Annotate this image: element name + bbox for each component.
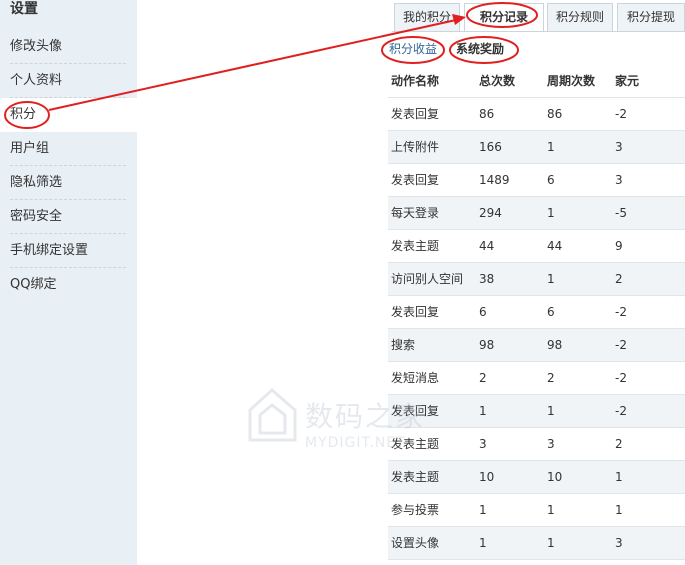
table-row: 每天登录 294 1 -5 [388,197,685,230]
cell-cycle: 6 [547,173,555,187]
header-jiayuan: 家元 [615,74,640,88]
cell-jiayuan: 2 [615,437,623,451]
table-row: 搜索 98 98 -2 [388,329,685,362]
cell-action: 设置头像 [391,536,440,550]
sidebar-item-qq[interactable]: QQ绑定 [10,268,126,302]
header-cycle: 周期次数 [547,74,596,88]
cell-action: 每天登录 [391,206,440,220]
cell-cycle: 44 [547,239,563,253]
cell-jiayuan: -2 [615,404,627,418]
cell-action: 发表回复 [391,173,440,187]
table-row: 发表主题 44 44 9 [388,230,685,263]
cell-action: 访问别人空间 [391,272,464,286]
cell-action: 发表主题 [391,239,440,253]
cell-total: 38 [479,272,495,286]
cell-action: 发表回复 [391,107,440,121]
sidebar-item-avatar[interactable]: 修改头像 [10,30,126,64]
cell-cycle: 1 [547,536,555,550]
cell-total: 86 [479,107,495,121]
sidebar-item-credits[interactable]: 积分 [0,98,137,132]
table-row: 发表回复 6 6 -2 [388,296,685,329]
tab-divider [392,31,685,32]
cell-cycle: 2 [547,371,555,385]
cell-total: 1 [479,404,487,418]
cell-total: 166 [479,140,502,154]
header-total: 总次数 [479,74,516,88]
sidebar-item-privacy[interactable]: 隐私筛选 [10,166,126,200]
credit-table: 动作名称 总次数 周期次数 家元 发表回复 86 86 -2 上传附件 166 1 3 发表回复… [388,65,685,560]
cell-cycle: 1 [547,272,555,286]
cell-total: 98 [479,338,495,352]
cell-total: 2 [479,371,487,385]
cell-cycle: 6 [547,305,555,319]
cell-action: 发表回复 [391,305,440,319]
table-row: 发表回复 86 86 -2 [388,98,685,131]
cell-cycle: 1 [547,140,555,154]
cell-cycle: 1 [547,503,555,517]
cell-jiayuan: -2 [615,338,627,352]
watermark-text: 数码之家 [305,400,426,433]
cell-jiayuan: 9 [615,239,623,253]
watermark: 数码之家 MYDIGIT.NET [245,385,445,475]
tab-credit-rules[interactable]: 积分规则 [547,3,613,32]
cell-cycle: 98 [547,338,563,352]
cell-jiayuan: -2 [615,305,627,319]
watermark-house-icon [248,387,297,442]
cell-total: 1 [479,503,487,517]
sidebar-item-phone[interactable]: 手机绑定设置 [10,234,126,268]
cell-total: 10 [479,470,495,484]
cell-jiayuan: 1 [615,503,623,517]
cell-jiayuan: -2 [615,107,627,121]
cell-total: 3 [479,437,487,451]
cell-jiayuan: 1 [615,470,623,484]
tab-my-credits[interactable]: 我的积分 [394,3,460,32]
cell-action: 参与投票 [391,503,440,517]
table-row: 参与投票 1 1 1 [388,494,685,527]
cell-jiayuan: -2 [615,371,627,385]
sidebar-title: 设置 [10,1,38,17]
cell-cycle: 1 [547,206,555,220]
cell-total: 294 [479,206,502,220]
cell-total: 6 [479,305,487,319]
cell-jiayuan: 3 [615,536,623,550]
cell-jiayuan: 3 [615,173,623,187]
cell-total: 1 [479,536,487,550]
cell-cycle: 86 [547,107,563,121]
cell-jiayuan: 3 [615,140,623,154]
cell-total: 44 [479,239,495,253]
cell-action: 搜索 [391,338,416,352]
cell-jiayuan: -5 [615,206,627,220]
table-row: 发表回复 1489 6 3 [388,164,685,197]
table-header: 动作名称 总次数 周期次数 家元 [388,65,685,98]
sidebar-item-password[interactable]: 密码安全 [10,200,126,234]
cell-cycle: 10 [547,470,563,484]
cell-total: 1489 [479,173,510,187]
table-row: 上传附件 166 1 3 [388,131,685,164]
cell-cycle: 1 [547,404,555,418]
sidebar-item-usergroup[interactable]: 用户组 [10,132,126,166]
header-action: 动作名称 [391,74,440,88]
tab-credit-withdraw[interactable]: 积分提现 [617,3,685,32]
subtab-credit-income[interactable]: 积分收益 [389,41,437,57]
tab-credit-log[interactable]: 积分记录 [464,3,544,32]
table-row: 访问别人空间 38 1 2 [388,263,685,296]
subtab-system-reward[interactable]: 系统奖励 [456,41,504,57]
cell-action: 上传附件 [391,140,440,154]
cell-cycle: 3 [547,437,555,451]
table-row: 设置头像 1 1 3 [388,527,685,560]
watermark-sub: MYDIGIT.NET [305,435,406,451]
sidebar: 设置 修改头像 个人资料 积分 用户组 隐私筛选 密码安全 手机绑定设置 QQ绑… [0,0,137,565]
cell-jiayuan: 2 [615,272,623,286]
table-body: 发表回复 86 86 -2 上传附件 166 1 3 发表回复 1489 6 3 每天登录 294 1 -5 发… [388,98,685,560]
sidebar-item-profile[interactable]: 个人资料 [10,64,126,98]
